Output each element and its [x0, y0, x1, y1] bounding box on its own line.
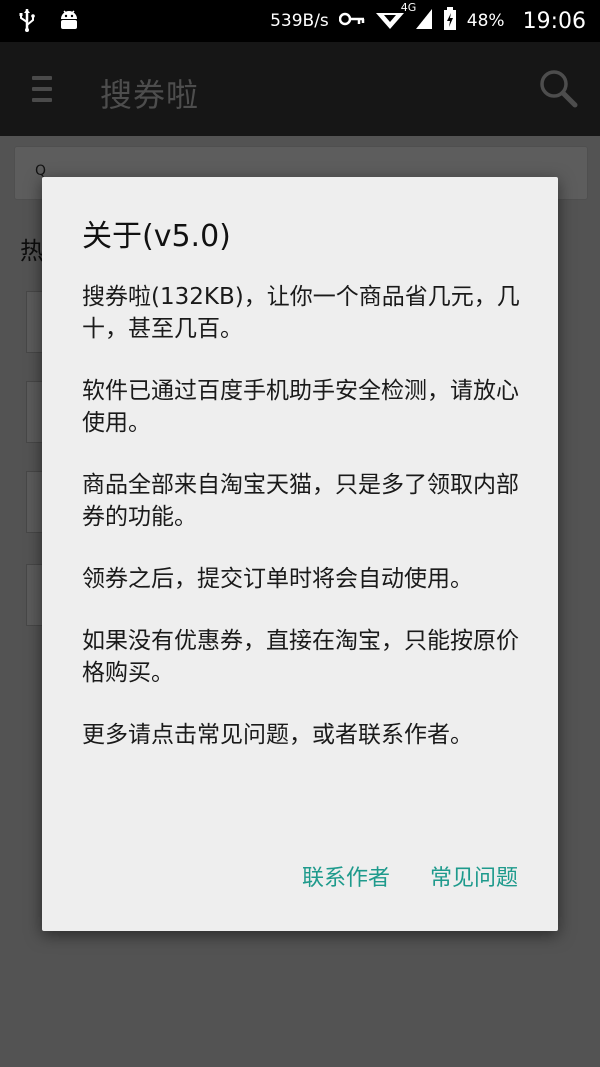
- battery-icon: [443, 6, 457, 36]
- dialog-paragraph: 如果没有优惠券，直接在淘宝，只能按原价格购买。: [82, 628, 519, 686]
- net-speed: 539B/s: [270, 11, 329, 31]
- battery-level: 48%: [466, 11, 505, 31]
- app-title: 搜券啦: [100, 76, 200, 114]
- usb-icon: [18, 8, 36, 36]
- clock: 19:06: [522, 8, 586, 34]
- app-bar: 搜券啦: [0, 42, 600, 136]
- key-icon: [338, 11, 365, 31]
- contact-author-button[interactable]: 联系作者: [302, 860, 390, 892]
- dialog-paragraph: 更多请点击常见问题，或者联系作者。: [82, 722, 473, 748]
- dialog-paragraph: 搜券啦(132KB)，让你一个商品省几元，几十，甚至几百。: [82, 284, 520, 342]
- dialog-body: 搜券啦(132KB)，让你一个商品省几元，几十，甚至几百。 软件已通过百度手机助…: [82, 281, 522, 781]
- dialog-paragraph: 领券之后，提交订单时将会自动使用。: [82, 566, 473, 592]
- wifi-signal-icon: 4G: [375, 1, 416, 36]
- about-dialog: 关于(v5.0) 搜券啦(132KB)，让你一个商品省几元，几十，甚至几百。 软…: [42, 177, 558, 931]
- hamburger-icon[interactable]: [32, 76, 52, 102]
- cell-signal-icon: [415, 8, 433, 35]
- dialog-paragraph: 商品全部来自淘宝天猫，只是多了领取内部券的功能。: [82, 472, 519, 530]
- status-bar: 539B/s 4G 48% 19:06: [0, 0, 600, 42]
- dialog-title: 关于(v5.0): [82, 219, 231, 254]
- dialog-actions: 联系作者 常见问题: [302, 860, 518, 892]
- network-type: 4G: [400, 0, 417, 14]
- android-icon: [58, 8, 80, 36]
- dialog-paragraph: 软件已通过百度手机助手安全检测，请放心使用。: [82, 378, 519, 436]
- faq-button[interactable]: 常见问题: [430, 860, 518, 892]
- search-icon[interactable]: [538, 68, 578, 108]
